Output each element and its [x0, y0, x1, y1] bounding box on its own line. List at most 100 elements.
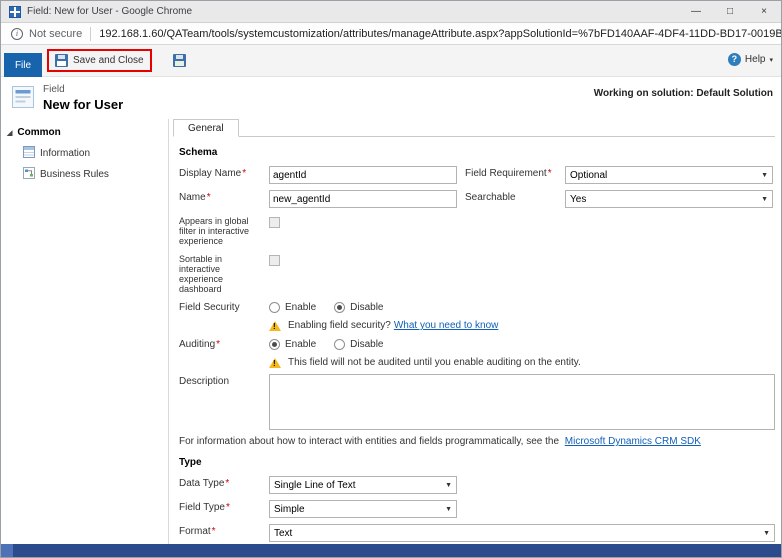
tree-expander-icon: ◢: [7, 129, 12, 137]
required-marker: *: [207, 192, 211, 203]
format-label: Format*: [179, 524, 263, 537]
warning-icon: [269, 358, 281, 368]
save-icon: [55, 54, 68, 67]
information-icon: [23, 146, 35, 161]
site-info-icon[interactable]: i: [11, 28, 23, 40]
data-type-row: Data Type* Single Line of Text ▼: [179, 476, 775, 494]
name-input[interactable]: [269, 190, 457, 208]
file-button[interactable]: File: [4, 53, 42, 77]
field-security-help-link[interactable]: What you need to know: [394, 320, 499, 331]
auditing-label: Auditing*: [179, 337, 263, 350]
dropdown-arrow-icon: ▼: [761, 172, 768, 179]
type-heading: Type: [179, 457, 775, 468]
auditing-row: Auditing* Enable Disable: [179, 337, 775, 350]
window-title: Field: New for User - Google Chrome: [27, 6, 679, 17]
sidebar-item-business-rules[interactable]: Business Rules: [1, 164, 168, 185]
field-entity-icon: [11, 85, 35, 114]
sdk-note: For information about how to interact wi…: [179, 436, 775, 447]
auditing-disable-label: Disable: [350, 339, 383, 350]
sidebar-item-label: Business Rules: [40, 169, 109, 180]
tab-row: General: [173, 119, 775, 137]
not-secure-label: Not secure: [29, 28, 82, 40]
description-row: Description: [179, 374, 775, 430]
sortable-checkbox[interactable]: [269, 255, 280, 266]
description-textarea[interactable]: [269, 374, 775, 430]
field-security-enable-radio[interactable]: [269, 302, 280, 313]
close-button[interactable]: ×: [747, 1, 781, 22]
minimize-button[interactable]: —: [679, 1, 713, 22]
dropdown-arrow-icon: ▼: [445, 482, 452, 489]
address-separator: [90, 27, 91, 41]
required-marker: *: [226, 502, 230, 513]
schema-heading: Schema: [179, 147, 775, 158]
field-requirement-select[interactable]: Optional ▼: [565, 166, 773, 184]
required-marker: *: [225, 478, 229, 489]
dropdown-arrow-icon: ▼: [761, 196, 768, 203]
field-requirement-label: Field Requirement*: [465, 166, 561, 179]
data-type-label: Data Type*: [179, 476, 263, 489]
searchable-label: Searchable: [465, 190, 561, 203]
business-rules-icon: [23, 167, 35, 182]
display-name-label: Display Name*: [179, 166, 263, 179]
url-text[interactable]: 192.168.1.60/QATeam/tools/systemcustomiz…: [99, 28, 781, 40]
browser-window: Field: New for User - Google Chrome — □ …: [0, 0, 782, 558]
field-security-enable-label: Enable: [285, 302, 316, 313]
page-title: New for User: [43, 97, 123, 112]
global-filter-checkbox[interactable]: [269, 217, 280, 228]
display-name-input[interactable]: [269, 166, 457, 184]
auditing-warning-row: This field will not be audited until you…: [179, 356, 775, 368]
help-button[interactable]: ? Help ▾: [728, 53, 773, 66]
ribbon-toolbar: File Save and Close ? Help ▾: [1, 45, 781, 77]
sidebar-group-common[interactable]: ◢ Common: [1, 119, 168, 143]
name-label: Name*: [179, 190, 263, 203]
solution-label: Working on solution: Default Solution: [594, 88, 773, 99]
field-type-select[interactable]: Simple ▼: [269, 500, 457, 518]
searchable-select[interactable]: Yes ▼: [565, 190, 773, 208]
format-select[interactable]: Text ▼: [269, 524, 775, 542]
crm-sdk-link[interactable]: Microsoft Dynamics CRM SDK: [565, 436, 701, 447]
field-form: Schema Display Name* Field Requirement* …: [169, 137, 781, 544]
name-row: Name* Searchable Yes ▼: [179, 190, 775, 208]
data-type-select[interactable]: Single Line of Text ▼: [269, 476, 457, 494]
auditing-enable-radio[interactable]: [269, 339, 280, 350]
save-and-new-button[interactable]: [173, 54, 186, 67]
page-kicker: Field: [43, 84, 65, 95]
dropdown-arrow-icon: ▼: [763, 530, 770, 537]
sidebar-item-information[interactable]: Information: [1, 143, 168, 164]
field-type-row: Field Type* Simple ▼: [179, 500, 775, 518]
security-warning-row: Enabling field security? What you need t…: [179, 319, 775, 331]
auditing-warning-text: This field will not be audited until you…: [288, 357, 581, 368]
required-marker: *: [212, 526, 216, 537]
save-and-close-button[interactable]: Save and Close: [73, 55, 144, 66]
field-security-disable-radio[interactable]: [334, 302, 345, 313]
help-icon: ?: [728, 53, 741, 66]
global-filter-label: Appears in global filter in interactive …: [179, 214, 263, 246]
field-security-row: Field Security Enable Disable: [179, 300, 775, 313]
auditing-enable-label: Enable: [285, 339, 316, 350]
field-security-label: Field Security: [179, 300, 263, 313]
sidebar: ◢ Common Information: [1, 119, 169, 544]
address-bar: i Not secure 192.168.1.60/QATeam/tools/s…: [1, 23, 781, 45]
dynamics-favicon-icon: [9, 6, 21, 18]
annotation-highlight: Save and Close: [47, 49, 152, 72]
auditing-disable-radio[interactable]: [334, 339, 345, 350]
help-caret-icon: ▾: [769, 56, 773, 64]
page-header: Field New for User Working on solution: …: [1, 77, 781, 119]
global-filter-row: Appears in global filter in interactive …: [179, 214, 775, 246]
dropdown-arrow-icon: ▼: [445, 506, 452, 513]
sidebar-item-label: Information: [40, 148, 90, 159]
field-type-label: Field Type*: [179, 500, 263, 513]
required-marker: *: [242, 168, 246, 179]
sortable-label: Sortable in interactive experience dashb…: [179, 252, 263, 294]
sortable-row: Sortable in interactive experience dashb…: [179, 252, 775, 294]
tab-general[interactable]: General: [173, 119, 239, 137]
maximize-button[interactable]: □: [713, 1, 747, 22]
sidebar-group-label: Common: [17, 127, 60, 138]
warning-icon: [269, 321, 281, 331]
status-bar: [1, 544, 781, 557]
field-security-disable-label: Disable: [350, 302, 383, 313]
help-label: Help: [745, 54, 766, 65]
security-warning-text: Enabling field security?: [288, 320, 391, 331]
description-label: Description: [179, 374, 263, 387]
save-and-new-icon: [173, 54, 186, 67]
